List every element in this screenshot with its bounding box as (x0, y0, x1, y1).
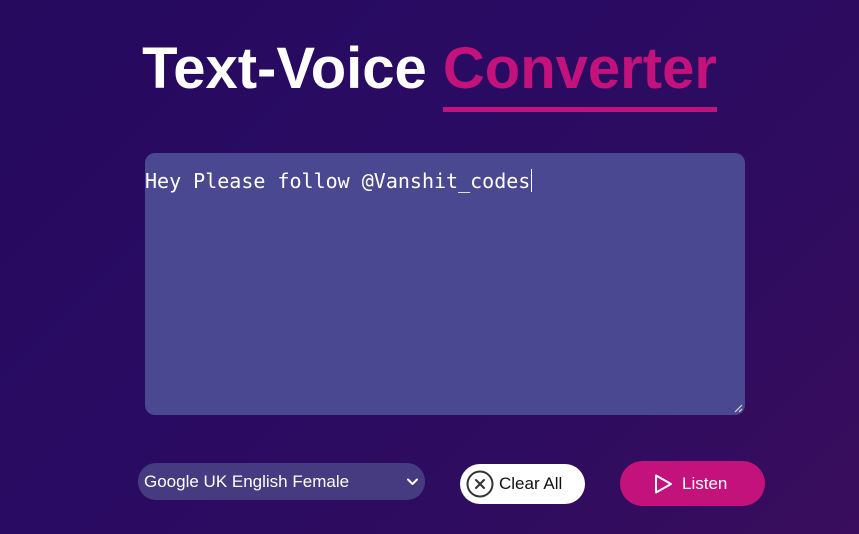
text-input-value: Hey Please follow @Vanshit_codes (145, 169, 533, 193)
clear-all-label: Clear All (499, 474, 563, 493)
title-underline (442, 107, 717, 112)
clear-all-button[interactable]: Clear All (460, 464, 585, 504)
text-input-area[interactable]: Hey Please follow @Vanshit_codes (145, 153, 745, 415)
text-caret (531, 169, 533, 192)
title-accent: Converter (442, 34, 717, 112)
play-icon (655, 474, 672, 494)
voice-select[interactable]: Google UK English Female (138, 463, 425, 500)
resize-handle-icon[interactable] (734, 404, 743, 413)
close-circle-icon (466, 470, 494, 498)
listen-label: Listen (682, 474, 728, 493)
page-title: Text-Voice Converter (0, 34, 859, 112)
listen-button[interactable]: Listen (620, 461, 765, 506)
chevron-down-icon (407, 478, 418, 485)
voice-select-value: Google UK English Female (144, 472, 350, 491)
title-main: Text-Voice (142, 36, 427, 101)
